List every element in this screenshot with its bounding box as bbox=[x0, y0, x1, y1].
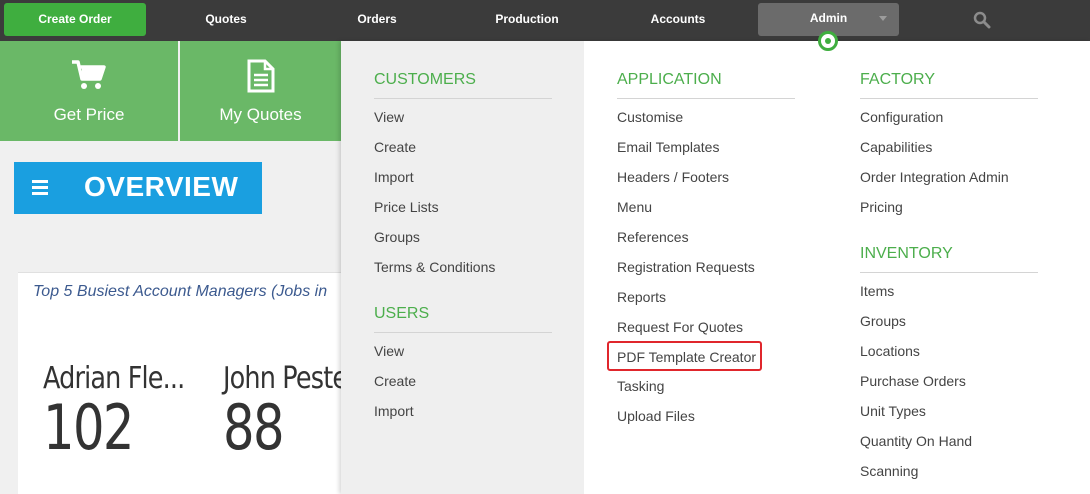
inventory-locations-link[interactable]: Locations bbox=[860, 343, 920, 359]
manager-job-count: 102 bbox=[43, 391, 134, 464]
nav-quotes[interactable]: Quotes bbox=[186, 0, 266, 41]
inventory-quantity-on-hand-link[interactable]: Quantity On Hand bbox=[860, 433, 972, 449]
top-navigation-bar: Create Order Quotes Orders Production Ac… bbox=[0, 0, 1090, 41]
divider bbox=[860, 272, 1038, 273]
users-heading: USERS bbox=[374, 305, 430, 322]
overview-header: OVERVIEW bbox=[14, 162, 262, 214]
customers-heading: CUSTOMERS bbox=[374, 71, 476, 88]
nav-admin-label: Admin bbox=[809, 11, 848, 25]
panel-title: Top 5 Busiest Account Managers (Jobs in bbox=[33, 283, 328, 300]
inventory-items-link[interactable]: Items bbox=[860, 283, 894, 299]
divider bbox=[374, 98, 552, 99]
inventory-heading: INVENTORY bbox=[860, 245, 953, 262]
users-view-link[interactable]: View bbox=[374, 343, 404, 359]
nav-orders[interactable]: Orders bbox=[337, 0, 417, 41]
nav-production[interactable]: Production bbox=[487, 0, 567, 41]
factory-pricing-link[interactable]: Pricing bbox=[860, 199, 903, 215]
customers-terms-link[interactable]: Terms & Conditions bbox=[374, 259, 495, 275]
customers-price-lists-link[interactable]: Price Lists bbox=[374, 199, 439, 215]
application-reports-link[interactable]: Reports bbox=[617, 289, 666, 305]
application-upload-files-link[interactable]: Upload Files bbox=[617, 408, 695, 424]
divider bbox=[374, 332, 552, 333]
application-headers-footers-link[interactable]: Headers / Footers bbox=[617, 169, 729, 185]
divider bbox=[617, 98, 795, 99]
document-icon bbox=[247, 59, 274, 93]
get-price-tile[interactable]: Get Price bbox=[0, 41, 178, 141]
my-quotes-tile[interactable]: My Quotes bbox=[180, 41, 341, 141]
active-indicator-icon bbox=[818, 31, 838, 51]
application-tasking-link[interactable]: Tasking bbox=[617, 378, 664, 394]
users-import-link[interactable]: Import bbox=[374, 403, 414, 419]
customers-groups-link[interactable]: Groups bbox=[374, 229, 420, 245]
inventory-unit-types-link[interactable]: Unit Types bbox=[860, 403, 926, 419]
customers-view-link[interactable]: View bbox=[374, 109, 404, 125]
inventory-groups-link[interactable]: Groups bbox=[860, 313, 906, 329]
application-request-for-quotes-link[interactable]: Request For Quotes bbox=[617, 319, 743, 335]
application-heading: APPLICATION bbox=[617, 71, 722, 88]
application-references-link[interactable]: References bbox=[617, 229, 689, 245]
nav-accounts[interactable]: Accounts bbox=[638, 0, 718, 41]
create-order-button[interactable]: Create Order bbox=[4, 3, 146, 36]
customers-import-link[interactable]: Import bbox=[374, 169, 414, 185]
application-menu-link[interactable]: Menu bbox=[617, 199, 652, 215]
customers-create-link[interactable]: Create bbox=[374, 139, 416, 155]
search-icon[interactable] bbox=[973, 11, 991, 29]
admin-dropdown-menu: CUSTOMERS View Create Import Price Lists… bbox=[341, 41, 1090, 494]
manager-job-count: 88 bbox=[223, 391, 285, 464]
inventory-purchase-orders-link[interactable]: Purchase Orders bbox=[860, 373, 966, 389]
application-email-templates-link[interactable]: Email Templates bbox=[617, 139, 719, 155]
factory-order-integration-admin-link[interactable]: Order Integration Admin bbox=[860, 169, 1009, 185]
my-quotes-label: My Quotes bbox=[219, 105, 302, 124]
factory-heading: FACTORY bbox=[860, 71, 935, 88]
highlight-annotation-box bbox=[607, 341, 762, 371]
get-price-label: Get Price bbox=[53, 105, 125, 124]
users-create-link[interactable]: Create bbox=[374, 373, 416, 389]
hamburger-menu-icon[interactable] bbox=[32, 180, 48, 198]
factory-configuration-link[interactable]: Configuration bbox=[860, 109, 943, 125]
divider bbox=[860, 98, 1038, 99]
chevron-down-icon bbox=[879, 16, 887, 21]
application-registration-requests-link[interactable]: Registration Requests bbox=[617, 259, 755, 275]
factory-capabilities-link[interactable]: Capabilities bbox=[860, 139, 932, 155]
account-managers-panel: Top 5 Busiest Account Managers (Jobs in … bbox=[18, 272, 360, 494]
inventory-scanning-link[interactable]: Scanning bbox=[860, 463, 918, 479]
application-customise-link[interactable]: Customise bbox=[617, 109, 683, 125]
cart-icon bbox=[72, 60, 106, 89]
page-title: OVERVIEW bbox=[84, 171, 239, 202]
